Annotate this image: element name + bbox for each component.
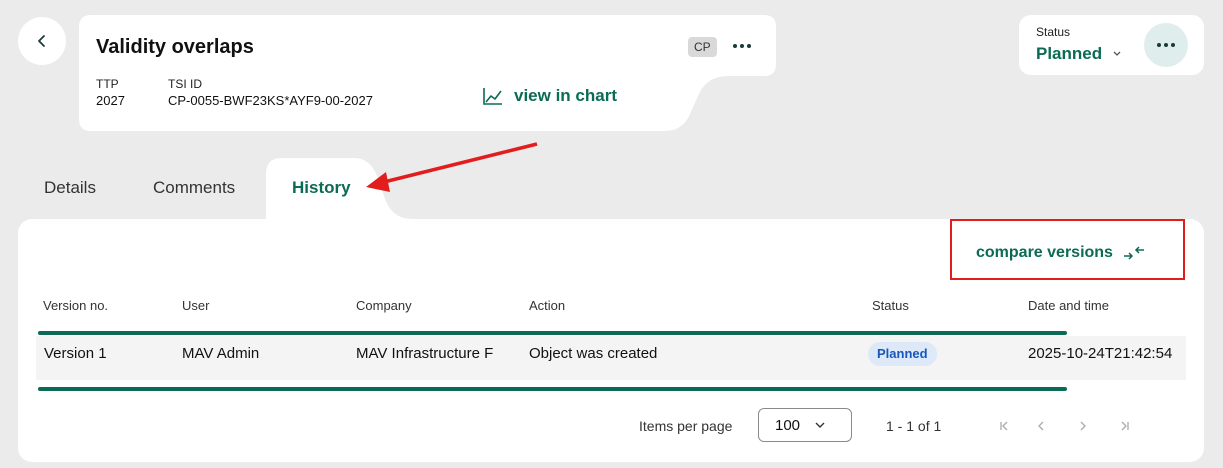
tab-details[interactable]: Details — [44, 178, 96, 198]
first-page-icon[interactable] — [994, 416, 1014, 436]
items-per-page-select[interactable]: 100 — [758, 408, 852, 442]
view-in-chart-label: view in chart — [514, 86, 617, 105]
compare-versions-button[interactable]: compare versions — [976, 244, 1145, 262]
row-top-border — [38, 331, 1067, 335]
status-dropdown[interactable]: Planned — [1036, 44, 1122, 64]
status-label: Status — [1036, 25, 1071, 39]
chevron-down-icon — [1113, 51, 1121, 56]
dot — [1171, 43, 1175, 47]
compare-arrows-icon — [1123, 246, 1144, 260]
dot — [740, 44, 744, 48]
status-badge: Planned — [868, 342, 937, 366]
column-header-user: User — [182, 298, 210, 313]
column-header-action: Action — [529, 298, 566, 313]
column-header-version: Version no. — [43, 298, 109, 313]
column-header-company: Company — [356, 298, 412, 313]
type-badge: CP — [688, 37, 717, 57]
items-per-page-label: Items per page — [639, 418, 733, 434]
next-page-icon[interactable] — [1073, 416, 1093, 436]
tab-comments[interactable]: Comments — [153, 178, 235, 198]
cell-datetime: 2025-10-24T21:42:54 — [1028, 345, 1173, 362]
cell-user: MAV Admin — [182, 345, 260, 362]
pagination-range: 1 - 1 of 1 — [886, 418, 942, 434]
status-value: Planned — [1036, 44, 1103, 63]
items-per-page-value: 100 — [775, 416, 801, 434]
column-header-datetime: Date and time — [1028, 298, 1109, 313]
chevron-down-icon — [815, 422, 825, 428]
cell-action: Object was created — [529, 345, 658, 362]
compare-versions-label: compare versions — [976, 244, 1113, 261]
view-in-chart-link[interactable]: view in chart — [482, 86, 617, 106]
last-page-icon[interactable] — [1115, 416, 1135, 436]
row-bottom-border — [38, 387, 1067, 391]
dot — [733, 44, 737, 48]
previous-page-icon[interactable] — [1031, 416, 1051, 436]
tab-history[interactable]: History — [292, 178, 351, 198]
column-header-status: Status — [872, 298, 909, 313]
cell-company: MAV Infrastructure F — [356, 345, 494, 362]
dot — [747, 44, 751, 48]
dot — [1157, 43, 1161, 47]
status-card: Status Planned — [1019, 15, 1204, 75]
more-options-button[interactable] — [730, 36, 754, 56]
cell-version: Version 1 — [44, 345, 107, 362]
line-chart-icon — [483, 88, 502, 105]
status-more-button[interactable] — [1144, 23, 1188, 67]
dot — [1164, 43, 1168, 47]
